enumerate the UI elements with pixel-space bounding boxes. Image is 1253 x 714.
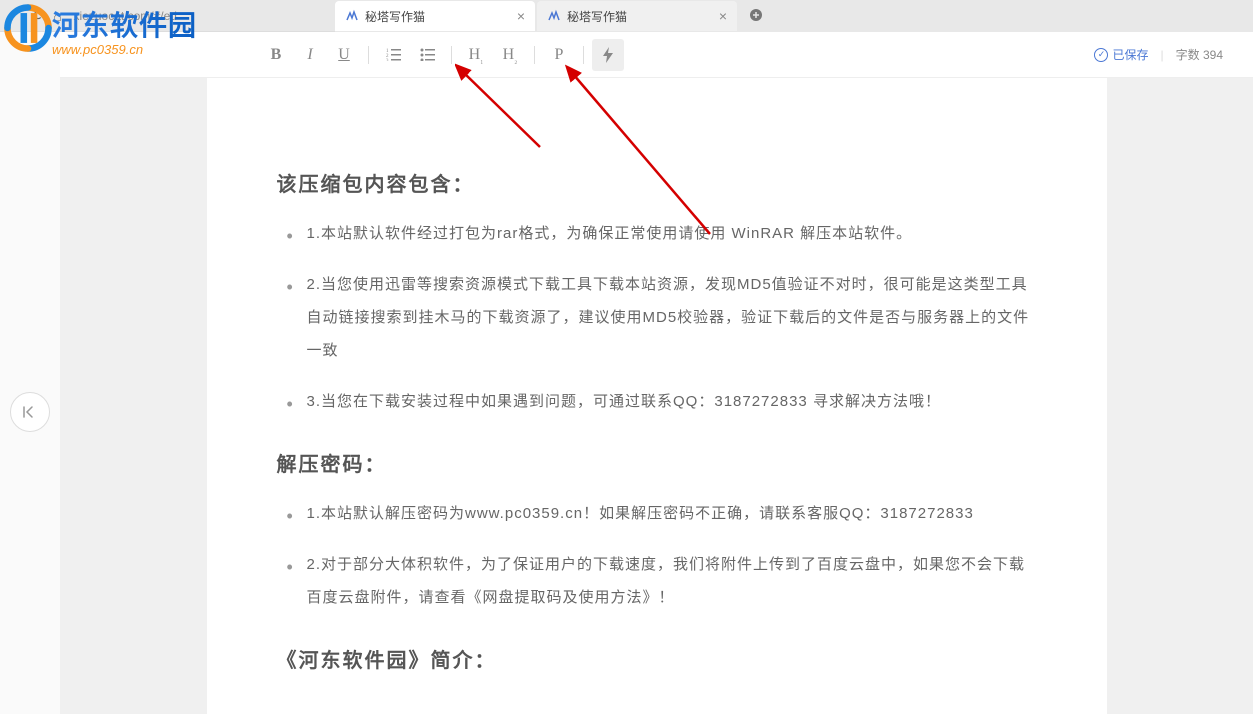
tab-favicon-icon — [345, 9, 359, 23]
close-icon[interactable]: × — [719, 8, 727, 24]
lightning-button[interactable] — [592, 39, 624, 71]
tab-2[interactable]: 秘塔写作猫 × — [537, 1, 737, 31]
list-item: 2.当您使用迅雷等搜索资源模式下载工具下载本站资源，发现MD5值验证不对时，很可… — [307, 268, 1037, 367]
toolbar-divider — [451, 46, 452, 64]
toolbar-divider — [534, 46, 535, 64]
heading2-button[interactable]: H — [494, 39, 526, 71]
check-icon: ✓ — [1094, 48, 1108, 62]
saved-label: 已保存 — [1112, 46, 1148, 63]
add-tab-button[interactable] — [739, 6, 773, 27]
home-button[interactable]: ⌂ — [53, 8, 61, 24]
saved-status: ✓ 已保存 — [1094, 46, 1148, 63]
close-icon[interactable]: × — [517, 8, 525, 24]
paragraph-button[interactable]: P — [543, 39, 575, 71]
underline-button[interactable]: U — [328, 39, 360, 71]
tab-title: 秘塔写作猫 — [365, 8, 425, 25]
list-item: 2.对于部分大体积软件，为了保证用户的下载速度，我们将附件上传到了百度云盘中，如… — [307, 548, 1037, 614]
tab-title: 秘塔写作猫 — [567, 8, 627, 25]
url-display[interactable]: xiezuocat.com/#/ed — [74, 9, 177, 23]
list-item: 1.本站默认解压密码为www.pc0359.cn！如果解压密码不正确，请联系客服… — [307, 497, 1037, 530]
unordered-list-button[interactable] — [411, 39, 443, 71]
toolbar-divider — [368, 46, 369, 64]
reload-button[interactable]: ⟳ — [33, 7, 45, 24]
italic-button[interactable]: I — [294, 39, 326, 71]
left-rail — [0, 32, 60, 714]
wordcount: 字数 394 — [1176, 46, 1223, 63]
heading1-button[interactable]: H — [460, 39, 492, 71]
document-paper[interactable]: 该压缩包内容包含： 1.本站默认软件经过打包为rar格式，为确保正常使用请使用 … — [207, 78, 1107, 714]
list-2: 1.本站默认解压密码为www.pc0359.cn！如果解压密码不正确，请联系客服… — [277, 497, 1037, 614]
back-button[interactable]: ‹ — [8, 8, 13, 24]
heading-compressed-contents: 该压缩包内容包含： — [277, 168, 1037, 197]
toolbar-divider — [583, 46, 584, 64]
list-1: 1.本站默认软件经过打包为rar格式，为确保正常使用请使用 WinRAR 解压本… — [277, 217, 1037, 418]
tabs-row: 秘塔写作猫 × 秘塔写作猫 × — [335, 0, 1253, 32]
bold-button[interactable]: B — [260, 39, 292, 71]
list-item: 3.当您在下载安装过程中如果遇到问题，可通过联系QQ：3187272833 寻求… — [307, 385, 1037, 418]
tab-favicon-icon — [547, 9, 561, 23]
forward-button[interactable]: › — [21, 8, 26, 24]
ordered-list-button[interactable]: 123 — [377, 39, 409, 71]
tab-1[interactable]: 秘塔写作猫 × — [335, 1, 535, 31]
collapse-button[interactable] — [10, 392, 50, 432]
toolbar: B I U 123 H H P — [60, 32, 1253, 78]
list-item: 1.本站默认软件经过打包为rar格式，为确保正常使用请使用 WinRAR 解压本… — [307, 217, 1037, 250]
heading-intro: 《河东软件园》简介： — [277, 644, 1037, 673]
heading-unzip-password: 解压密码： — [277, 448, 1037, 477]
svg-text:3: 3 — [386, 59, 389, 61]
